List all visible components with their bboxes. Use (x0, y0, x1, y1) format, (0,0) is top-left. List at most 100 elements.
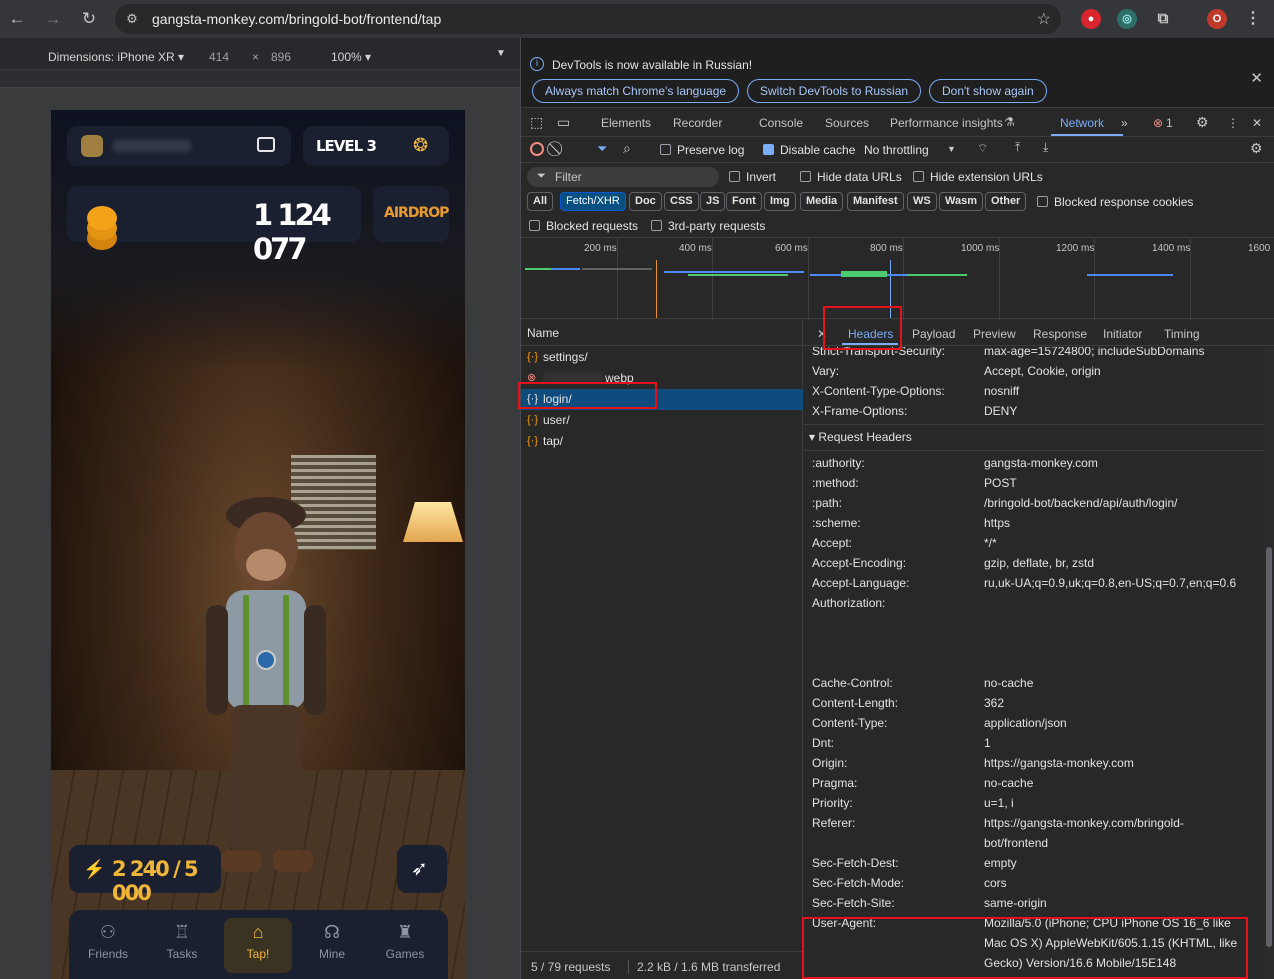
airdrop-button[interactable]: AIRDROP (373, 186, 449, 242)
filter-placeholder: Filter (555, 170, 582, 184)
tl-request-bar (841, 271, 887, 277)
device-more-icon[interactable]: ▼ (496, 48, 506, 59)
throttling-select[interactable]: No throttling (864, 143, 929, 157)
tab-response[interactable]: Response (1033, 327, 1087, 341)
wallet-icon[interactable] (257, 137, 275, 152)
filter-manifest[interactable]: Manifest (847, 192, 904, 211)
tab-preview[interactable]: Preview (973, 327, 1016, 341)
filter-media[interactable]: Media (800, 192, 844, 211)
search-icon[interactable]: ⌕ (623, 140, 631, 157)
third-party-checkbox[interactable]: 3rd-party requests (651, 219, 765, 233)
device-height-input[interactable]: 896 (271, 50, 291, 64)
device-dimensions-select[interactable]: Dimensions: iPhone XR ▾ (48, 50, 184, 64)
address-bar[interactable]: ⚙ gangsta-monkey.com/bringold-bot/fronte… (115, 4, 1061, 34)
energy-bolt-icon: ⚡ (83, 859, 106, 879)
download-icon[interactable]: ⤓ (1043, 140, 1048, 155)
device-width-input[interactable]: 414 (209, 50, 229, 64)
filter-funnel-icon[interactable]: ⏷ (597, 141, 607, 157)
network-settings-icon[interactable]: ⚙ (1250, 140, 1263, 157)
switch-russian-button[interactable]: Switch DevTools to Russian (747, 79, 922, 103)
request-row[interactable]: {·} tap/ (521, 431, 803, 452)
boost-button[interactable]: ➶ (397, 845, 447, 893)
tab-timing[interactable]: Timing (1164, 327, 1200, 341)
blocked-response-cookies-checkbox[interactable]: Blocked response cookies (1037, 195, 1193, 209)
nav-games[interactable]: ♜ Games (371, 918, 439, 973)
filter-wasm[interactable]: Wasm (939, 192, 983, 211)
device-toggle-icon[interactable]: ▭ (557, 114, 570, 131)
tab-recorder[interactable]: Recorder (673, 116, 722, 130)
name-column-header[interactable]: Name (527, 326, 559, 340)
error-icon[interactable]: ⊗ (1153, 116, 1163, 130)
throttling-dropdown-icon[interactable]: ▼ (947, 144, 956, 154)
zoom-select[interactable]: 100% ▾ (331, 50, 371, 64)
level-pill[interactable]: LEVEL 3 ❂ (303, 126, 449, 166)
filter-input[interactable]: ⏷ Filter (527, 167, 719, 187)
tab-sources[interactable]: Sources (825, 116, 869, 130)
settings-gear-icon[interactable]: ⚙ (1196, 114, 1209, 131)
user-pill[interactable] (67, 126, 291, 166)
extension-green-icon[interactable]: ◎ (1117, 9, 1137, 29)
filter-fetch-xhr[interactable]: Fetch/XHR (560, 192, 626, 211)
dom-content-loaded-line (656, 260, 657, 318)
forward-arrow-icon[interactable]: → (42, 8, 64, 30)
nav-tap[interactable]: ⌂ Tap! (224, 918, 292, 973)
tab-elements[interactable]: Elements (601, 116, 651, 130)
preserve-log-checkbox[interactable]: Preserve log (660, 143, 744, 157)
dont-show-again-button[interactable]: Don't show again (929, 79, 1047, 103)
request-headers-section-toggle[interactable]: ▾ Request Headers (809, 427, 912, 447)
headers-scroll-area[interactable]: Strict-Transport-Security: max-age=157248… (804, 347, 1264, 979)
filter-img[interactable]: Img (764, 192, 796, 211)
close-devtools-icon[interactable]: ✕ (1252, 116, 1262, 130)
tab-console[interactable]: Console (759, 116, 803, 130)
monkey-character[interactable] (201, 455, 331, 915)
devtools-menu-icon[interactable]: ⋮ (1227, 116, 1239, 130)
details-scrollbar[interactable] (1263, 347, 1274, 979)
network-conditions-icon[interactable]: ⌔ (977, 141, 988, 156)
upload-icon[interactable]: ⤒ (1015, 140, 1020, 155)
tab-network[interactable]: Network (1060, 116, 1104, 130)
request-list: Name {·} settings/ ⊗ webp {·} login/ {·} use… (521, 320, 803, 951)
tab-initiator[interactable]: Initiator (1103, 327, 1142, 341)
extension-red-icon[interactable]: ● (1081, 9, 1101, 29)
site-info-icon[interactable]: ⚙ (123, 10, 141, 28)
disable-cache-checkbox[interactable]: Disable cache (763, 143, 855, 157)
filter-other[interactable]: Other (985, 192, 1027, 211)
invert-checkbox[interactable]: Invert (729, 170, 776, 184)
nav-tasks[interactable]: ♖ Tasks (148, 918, 216, 973)
reload-icon[interactable]: ↻ (78, 8, 100, 30)
xhr-icon: {·} (527, 351, 539, 363)
record-stop-icon[interactable] (530, 142, 544, 156)
hide-data-urls-checkbox[interactable]: Hide data URLs (800, 170, 902, 184)
request-row[interactable]: {·} user/ (521, 410, 803, 431)
browser-toolbar: ← → ↻ ⚙ gangsta-monkey.com/bringold-bot/… (0, 0, 1274, 38)
filter-js[interactable]: JS (700, 192, 726, 211)
device-ruler (0, 70, 520, 88)
filter-ws[interactable]: WS (907, 192, 937, 211)
filter-css[interactable]: CSS (664, 192, 699, 211)
tab-performance-insights[interactable]: Performance insights (890, 116, 1003, 130)
blocked-requests-checkbox[interactable]: Blocked requests (529, 219, 638, 233)
filter-doc[interactable]: Doc (629, 192, 662, 211)
network-toolbar: ⃠ ⏷ ⌕ Preserve log Disable cache No thro… (521, 138, 1274, 163)
more-tabs-icon[interactable]: » (1121, 116, 1128, 130)
bookmark-star-icon[interactable]: ☆ (1037, 9, 1051, 29)
close-infobar-icon[interactable]: ✕ (1250, 69, 1263, 87)
browser-menu-icon[interactable]: ⋮ (1243, 9, 1263, 29)
nav-mine[interactable]: ☊ Mine (298, 918, 366, 973)
back-arrow-icon[interactable]: ← (6, 8, 28, 30)
profile-avatar[interactable]: O (1207, 9, 1227, 29)
scrollbar-thumb[interactable] (1266, 547, 1272, 947)
request-row[interactable]: {·} settings/ (521, 347, 803, 368)
hide-extension-urls-checkbox[interactable]: Hide extension URLs (913, 170, 1043, 184)
nav-friends[interactable]: ⚇ Friends (74, 918, 142, 973)
game-screen: LEVEL 3 ❂ 1 124 077 AIRDROP ⚡ 2 240 / 5 … (51, 110, 465, 979)
inspect-element-icon[interactable]: ⬚ (530, 114, 543, 131)
tab-payload[interactable]: Payload (912, 327, 955, 341)
tl-request-bar (664, 271, 804, 273)
request-name: tap/ (543, 434, 564, 448)
match-language-button[interactable]: Always match Chrome's language (532, 79, 740, 103)
filter-all[interactable]: All (527, 192, 554, 211)
filter-font[interactable]: Font (726, 192, 762, 211)
extensions-puzzle-icon[interactable]: ⧉ (1153, 9, 1173, 29)
blocked-response-cookies-label: Blocked response cookies (1054, 195, 1194, 209)
